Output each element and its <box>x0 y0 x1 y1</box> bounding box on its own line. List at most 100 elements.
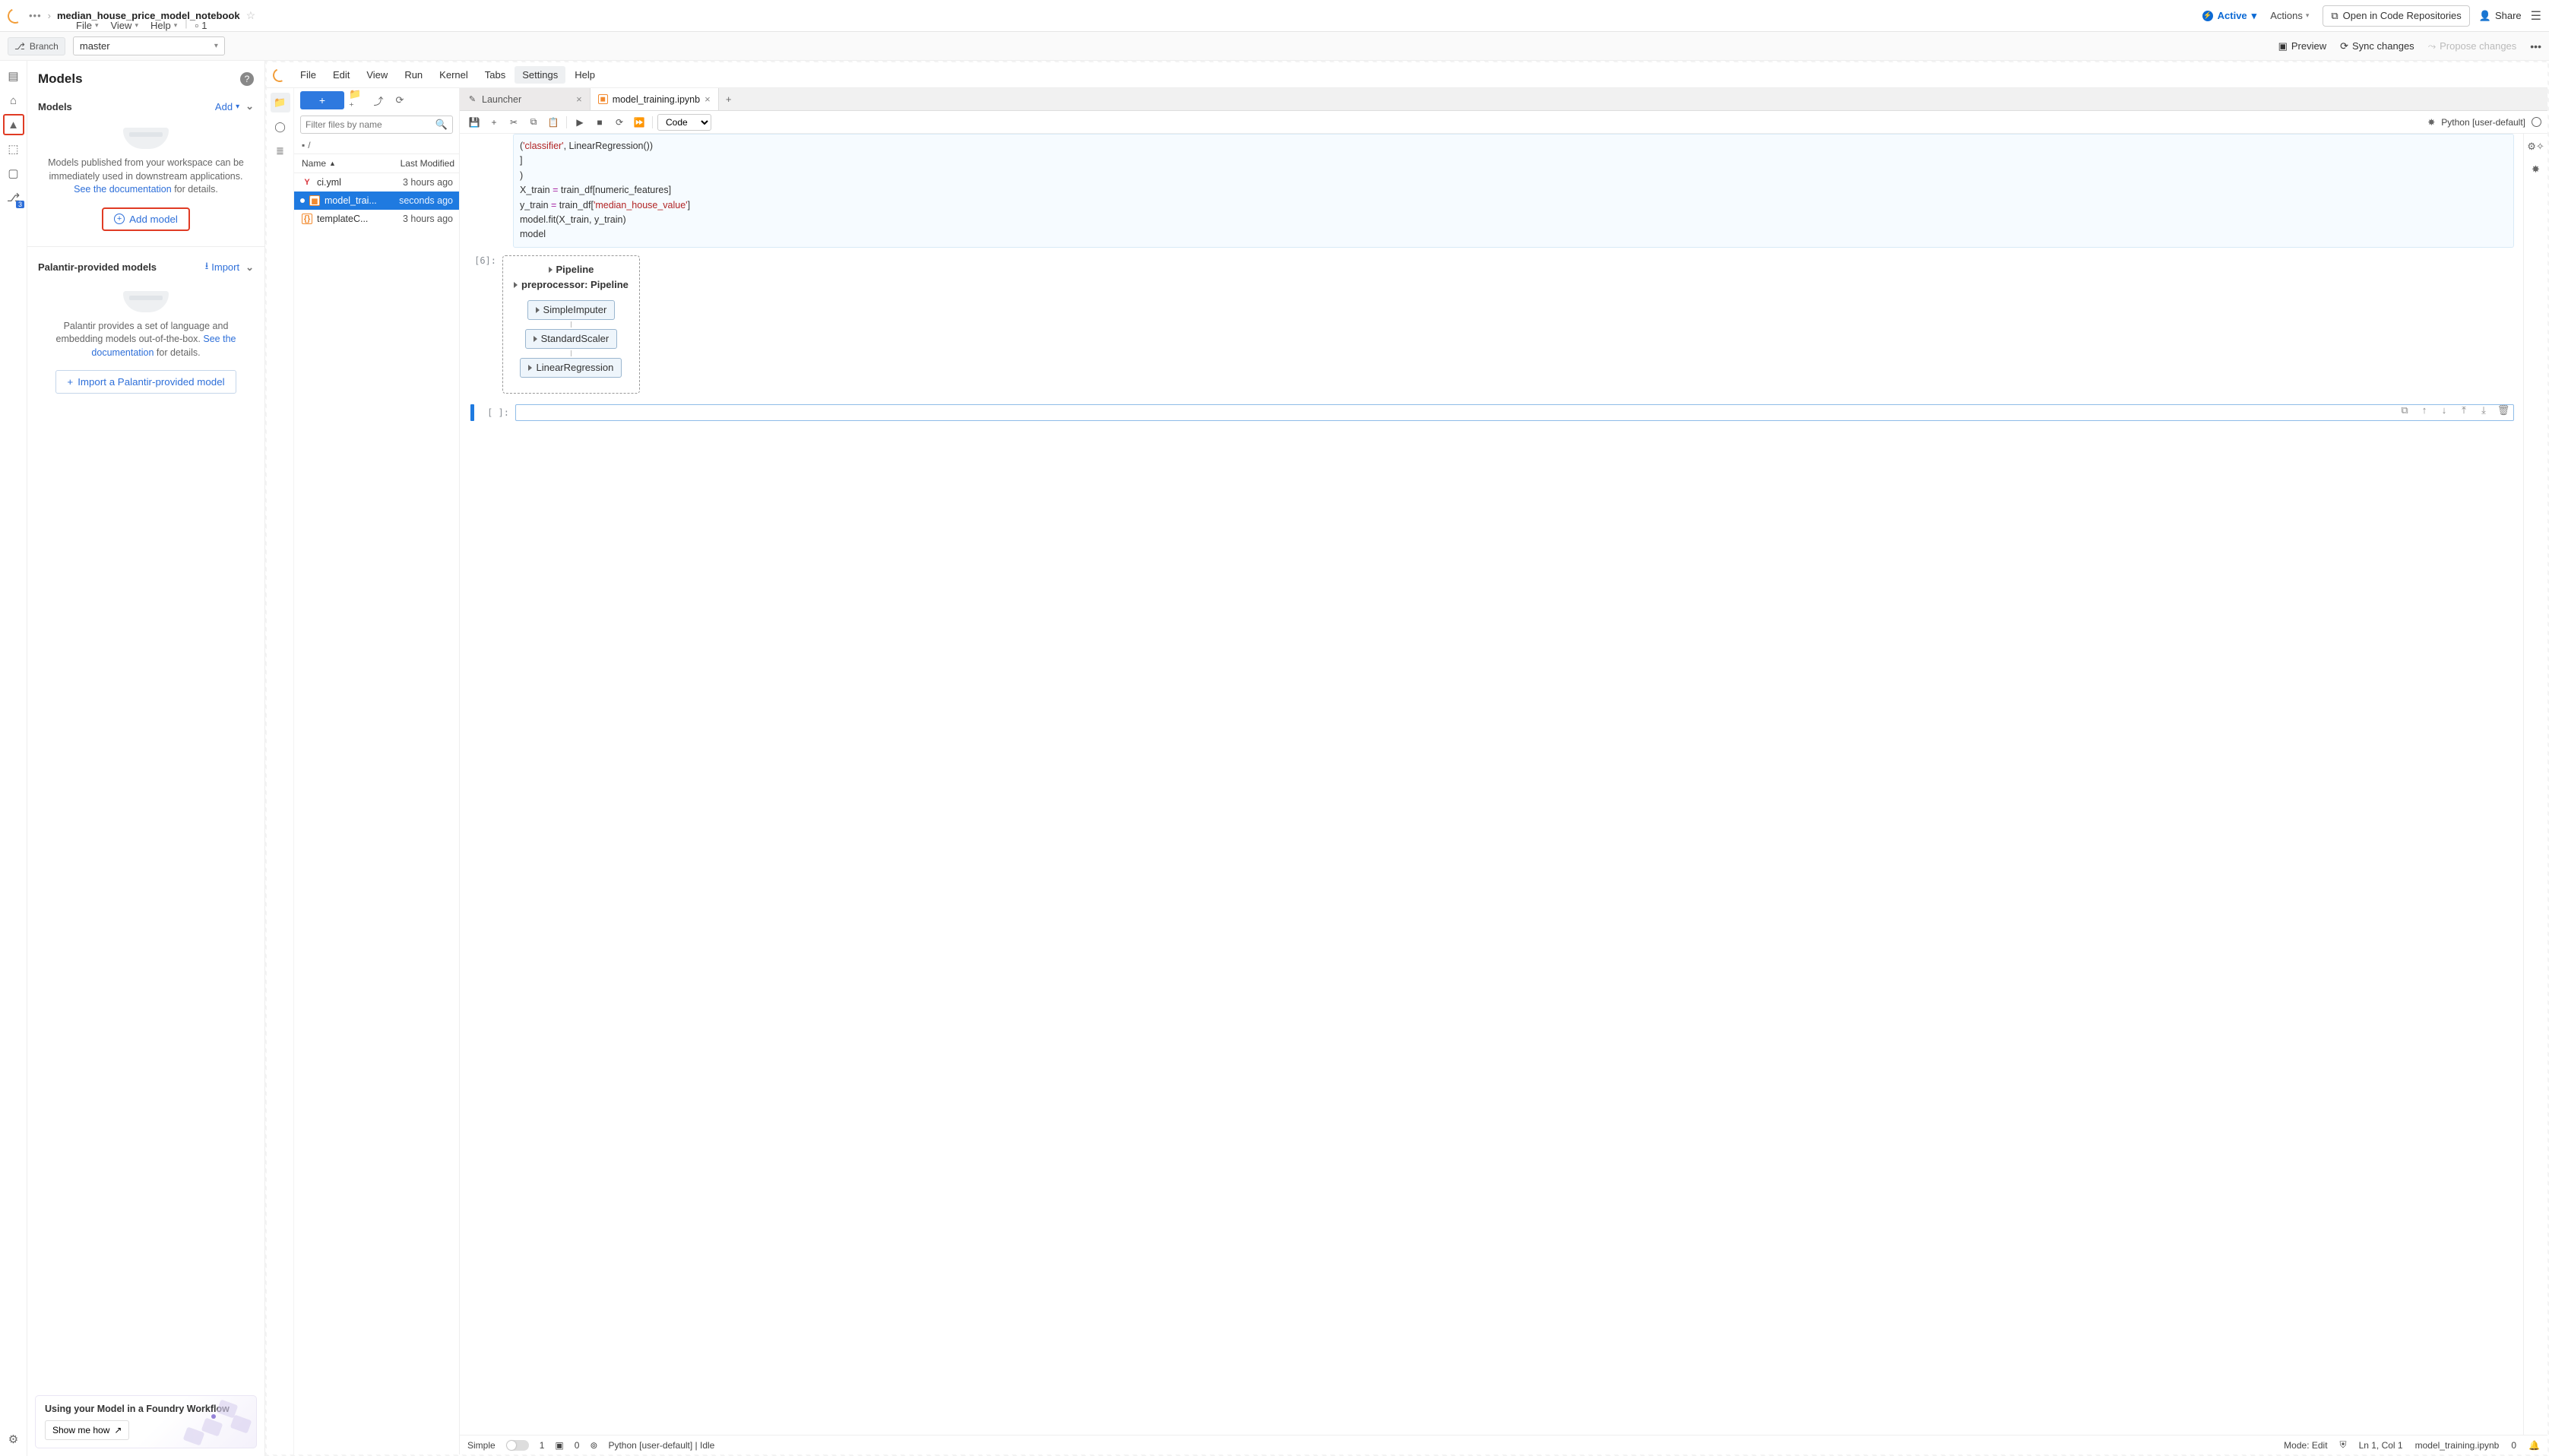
close-tab-icon[interactable]: × <box>705 93 711 105</box>
status-active-dropdown[interactable]: ⚡ Active ▾ <box>2202 10 2257 22</box>
add-cell-icon[interactable]: + <box>486 114 502 131</box>
pipeline-step[interactable]: LinearRegression <box>520 358 622 378</box>
propose-icon: ⤳ <box>2428 40 2436 52</box>
workspace-status[interactable]: ▫1 <box>191 17 212 33</box>
new-launcher-button[interactable]: + <box>300 91 344 109</box>
jupyter-menu-tabs[interactable]: Tabs <box>477 66 513 84</box>
rail-datasets-icon[interactable]: ▤ <box>3 65 24 87</box>
propose-changes-button[interactable]: ⤳Propose changes <box>2428 40 2517 52</box>
show-me-how-label: Show me how <box>52 1425 109 1435</box>
bell-icon[interactable]: 🔔 <box>2528 1440 2540 1451</box>
refresh-icon[interactable]: ⟳ <box>391 92 408 109</box>
file-header-name[interactable]: Name▲ <box>294 154 386 173</box>
tab-launcher[interactable]: ✎ Launcher × <box>460 88 591 110</box>
save-icon[interactable]: 💾 <box>466 114 483 131</box>
palantir-expand-icon[interactable]: ⌄ <box>245 261 254 274</box>
share-button[interactable]: 👤 Share <box>2479 10 2522 22</box>
cut-icon[interactable]: ✂ <box>505 114 522 131</box>
move-up-icon[interactable]: ↑ <box>2417 403 2432 418</box>
add-model-button[interactable]: + Add model <box>102 207 190 231</box>
file-row[interactable]: ◼model_trai...seconds ago <box>294 191 459 210</box>
file-header-modified[interactable]: Last Modified <box>386 154 459 173</box>
rail-packages-icon[interactable]: ⌂ <box>3 90 24 111</box>
debugger-panel-icon[interactable]: ✸ <box>2528 161 2544 178</box>
running-icon[interactable]: ◯ <box>271 117 290 137</box>
palantir-import-link[interactable]: ⭳Import <box>205 259 239 276</box>
run-icon[interactable]: ▶ <box>572 114 588 131</box>
move-down-icon[interactable]: ↓ <box>2437 403 2452 418</box>
insert-below-icon[interactable]: ⤓ <box>2476 403 2491 418</box>
rail-preview-icon[interactable]: ▢ <box>3 163 24 184</box>
kernel-label[interactable]: Python [user-default] <box>2441 117 2525 128</box>
file-breadcrumb[interactable]: ▪/ <box>294 137 459 154</box>
new-folder-icon[interactable]: 📁⁺ <box>349 92 366 109</box>
jupyter-menu-help[interactable]: Help <box>567 66 603 84</box>
delete-cell-icon[interactable]: 🗑 <box>2496 403 2511 418</box>
restart-icon[interactable]: ⟳ <box>611 114 628 131</box>
tab-notebook-active[interactable]: ◼ model_training.ipynb × <box>591 88 719 110</box>
help-menu[interactable]: Help▾ <box>146 17 182 33</box>
open-in-code-repos-button[interactable]: ⧉ Open in Code Repositories <box>2323 5 2469 27</box>
branch-select[interactable]: master ▾ <box>73 36 225 55</box>
pipeline-substep[interactable]: preprocessor: Pipeline <box>514 277 629 296</box>
status-kernels[interactable]: 0 <box>575 1440 580 1451</box>
file-row[interactable]: {}templateC...3 hours ago <box>294 210 459 228</box>
stop-icon[interactable]: ■ <box>591 114 608 131</box>
file-menu[interactable]: File▾ <box>71 17 103 33</box>
view-menu[interactable]: View▾ <box>106 17 142 33</box>
status-mode: Mode: Edit <box>2284 1440 2327 1451</box>
cell-type-select[interactable]: Code <box>657 114 711 131</box>
jupyter-menu-edit[interactable]: Edit <box>325 66 357 84</box>
more-dots-icon[interactable]: ••• <box>2530 40 2541 52</box>
rail-branches-icon[interactable]: ⎇3 <box>3 187 24 208</box>
jupyter-menu-settings[interactable]: Settings <box>515 66 565 84</box>
more-menu-icon[interactable]: ☰ <box>2531 8 2541 24</box>
toc-icon[interactable]: ≣ <box>271 141 290 161</box>
duplicate-cell-icon[interactable]: ⧉ <box>2397 403 2412 418</box>
file-row[interactable]: Yci.yml3 hours ago <box>294 173 459 191</box>
import-palantir-model-button[interactable]: + Import a Palantir-provided model <box>55 370 236 394</box>
copy-icon[interactable]: ⧉ <box>525 114 542 131</box>
breadcrumb-ellipsis[interactable]: ••• <box>29 10 42 21</box>
notebook-scroll[interactable]: ('classifier', LinearRegression()) ] ) X… <box>460 134 2523 1435</box>
show-me-how-button[interactable]: Show me how ↗ <box>45 1420 129 1440</box>
actions-menu[interactable]: Actions ▾ <box>2266 8 2313 24</box>
rail-objects-icon[interactable]: ⬚ <box>3 138 24 160</box>
jupyter-menu-view[interactable]: View <box>359 66 395 84</box>
models-add-link[interactable]: Add▾ <box>215 101 239 112</box>
sync-changes-button[interactable]: ⟳Sync changes <box>2340 40 2414 52</box>
help-icon[interactable]: ? <box>240 72 254 86</box>
pipeline-step[interactable]: SimpleImputer <box>527 300 616 320</box>
pipeline-title[interactable]: Pipeline <box>514 262 629 277</box>
empty-cell-input[interactable] <box>515 404 2514 421</box>
jupyter-menu-kernel[interactable]: Kernel <box>432 66 476 84</box>
rail-settings-icon[interactable]: ⚙ <box>3 1429 24 1450</box>
models-expand-icon[interactable]: ⌄ <box>245 100 254 112</box>
pipeline-step[interactable]: StandardScaler <box>525 329 618 349</box>
paste-icon[interactable]: 📋 <box>545 114 562 131</box>
left-icon-rail: ▤ ⌂ ▲ ⬚ ▢ ⎇3 ⚙ <box>0 61 27 1456</box>
favorite-star-icon[interactable]: ☆ <box>246 9 256 22</box>
debugger-icon[interactable]: ✸ <box>2427 117 2435 128</box>
jupyter-menu-file[interactable]: File <box>293 66 324 84</box>
status-terminals[interactable]: 1 <box>540 1440 545 1451</box>
trusted-icon[interactable]: ⛨ <box>2340 1439 2347 1451</box>
property-inspector-icon[interactable]: ⚙✧ <box>2528 138 2544 155</box>
status-kernel-label[interactable]: Python [user-default] | Idle <box>608 1440 714 1451</box>
models-add-label: Add <box>215 101 233 112</box>
add-tab-button[interactable]: + <box>719 88 739 110</box>
close-tab-icon[interactable]: × <box>576 93 582 105</box>
models-doc-link[interactable]: See the documentation <box>74 184 172 195</box>
simple-mode-toggle[interactable] <box>506 1440 529 1451</box>
file-filter-input[interactable] <box>306 119 435 130</box>
code-text: ] <box>520 154 2507 168</box>
rail-models-icon[interactable]: ▲ <box>3 114 24 135</box>
file-filter-search[interactable]: 🔍 <box>300 116 453 134</box>
file-browser-icon[interactable]: 📁 <box>271 93 290 112</box>
jupyter-menu-run[interactable]: Run <box>397 66 430 84</box>
upload-icon[interactable]: ⤴ <box>370 92 387 109</box>
code-cell[interactable]: ('classifier', LinearRegression()) ] ) X… <box>513 134 2514 248</box>
insert-above-icon[interactable]: ⤒ <box>2456 403 2471 418</box>
preview-button[interactable]: ▣Preview <box>2278 40 2327 52</box>
run-all-icon[interactable]: ⏩ <box>631 114 648 131</box>
